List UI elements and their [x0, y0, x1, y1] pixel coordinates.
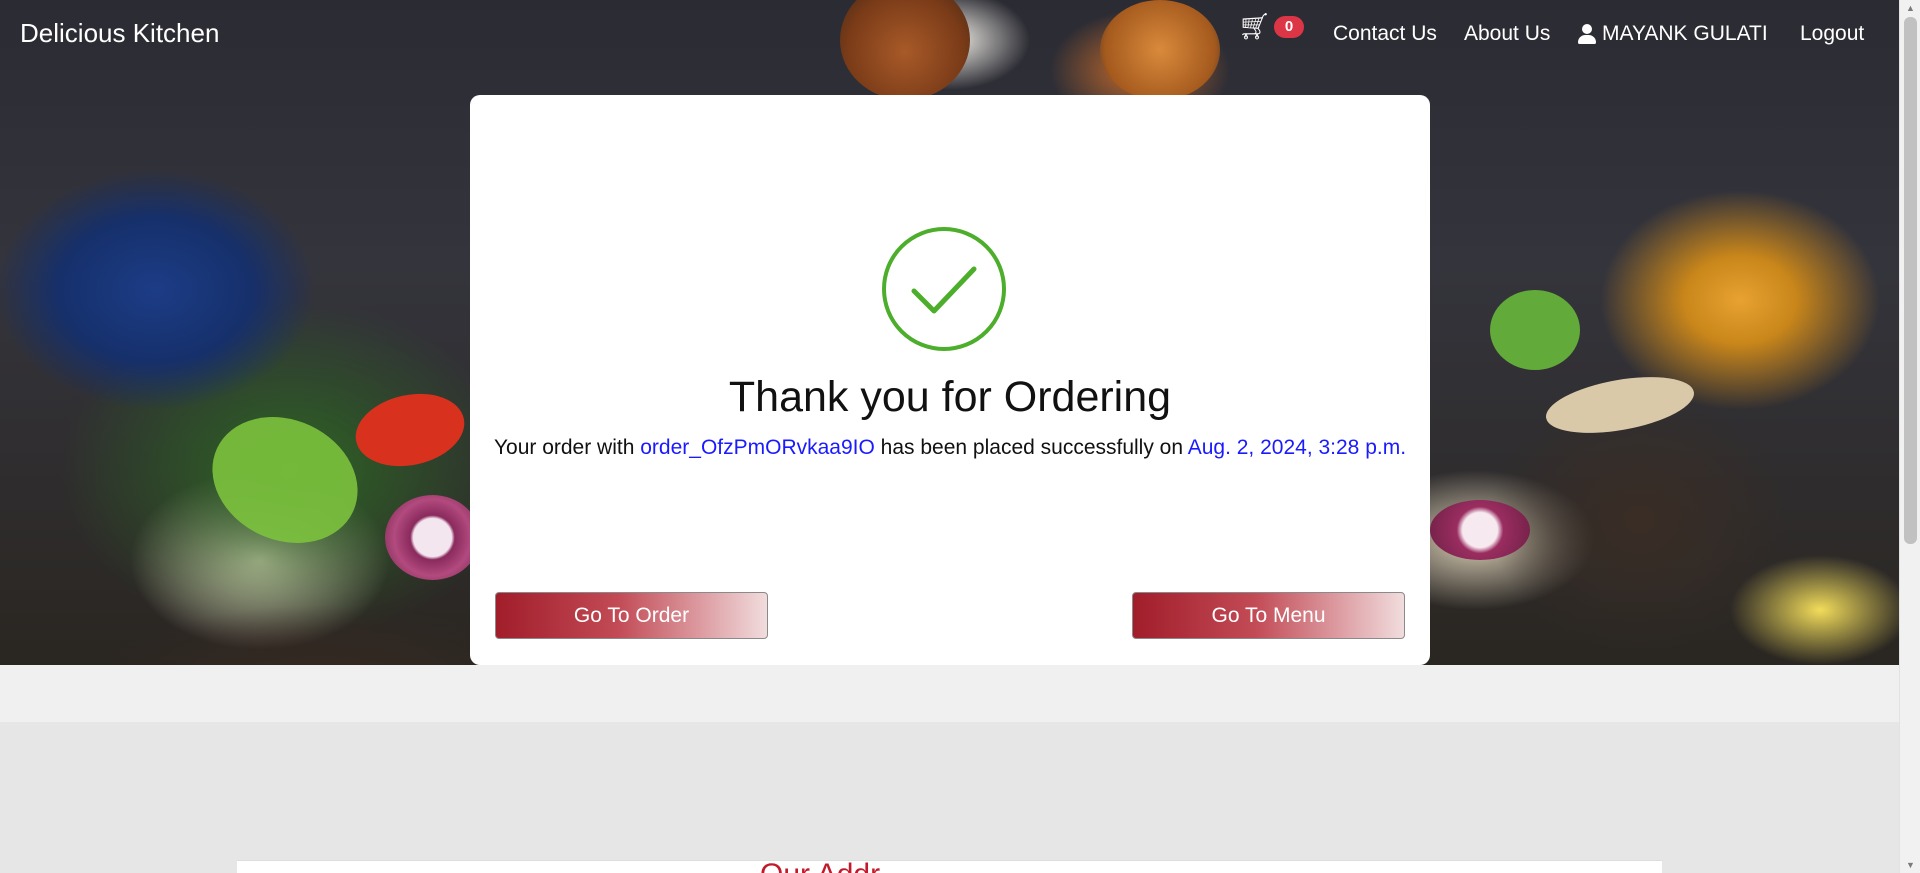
cart-count-badge: 0 [1274, 16, 1304, 38]
lower-section [0, 722, 1899, 873]
check-circle-icon [881, 226, 1007, 352]
order-confirmation-card: Thank you for Ordering Your order with o… [470, 95, 1430, 665]
go-to-menu-button[interactable]: Go To Menu [1132, 592, 1405, 639]
flatbread-graphic [1541, 367, 1699, 443]
tomato-graphic [348, 384, 472, 476]
herb-graphic [1490, 290, 1580, 370]
nav-user-profile[interactable]: MAYANK GULATI [1578, 22, 1768, 46]
navbar: Delicious Kitchen 🛒︎ 0 Contact Us About … [0, 0, 1899, 70]
lettuce-graphic [191, 393, 379, 567]
message-middle: has been placed successfully on [874, 436, 1188, 459]
go-to-order-button[interactable]: Go To Order [495, 592, 768, 639]
confirmation-title: Thank you for Ordering [728, 373, 1172, 421]
scroll-up-arrow-icon[interactable]: ▲ [1900, 0, 1920, 16]
onion-graphic [1430, 500, 1530, 560]
nav-contact-us[interactable]: Contact Us [1333, 22, 1437, 46]
nav-logout[interactable]: Logout [1800, 22, 1864, 46]
scroll-down-arrow-icon[interactable]: ▼ [1900, 857, 1920, 873]
order-id: order_OfzPmORvkaa9IO [640, 436, 875, 459]
brand-logo[interactable]: Delicious Kitchen [20, 18, 219, 49]
scroll-thumb[interactable] [1904, 17, 1917, 544]
user-icon [1578, 24, 1596, 44]
address-section-title: Our Addr [760, 860, 960, 873]
cart-button[interactable]: 🛒︎ 0 [1238, 12, 1308, 46]
message-prefix: Your order with [493, 436, 641, 459]
page-scrollbar[interactable]: ▲ ▼ [1899, 0, 1920, 873]
user-name: MAYANK GULATI [1602, 22, 1768, 45]
confirmation-message: Your order with order_OfzPmORvkaa9IO has… [490, 433, 1410, 463]
cart-icon: 🛒︎ [1238, 11, 1272, 41]
nav-about-us[interactable]: About Us [1464, 22, 1550, 46]
order-timestamp: Aug. 2, 2024, 3:28 p.m. [1187, 436, 1407, 459]
onion-graphic [385, 495, 480, 580]
